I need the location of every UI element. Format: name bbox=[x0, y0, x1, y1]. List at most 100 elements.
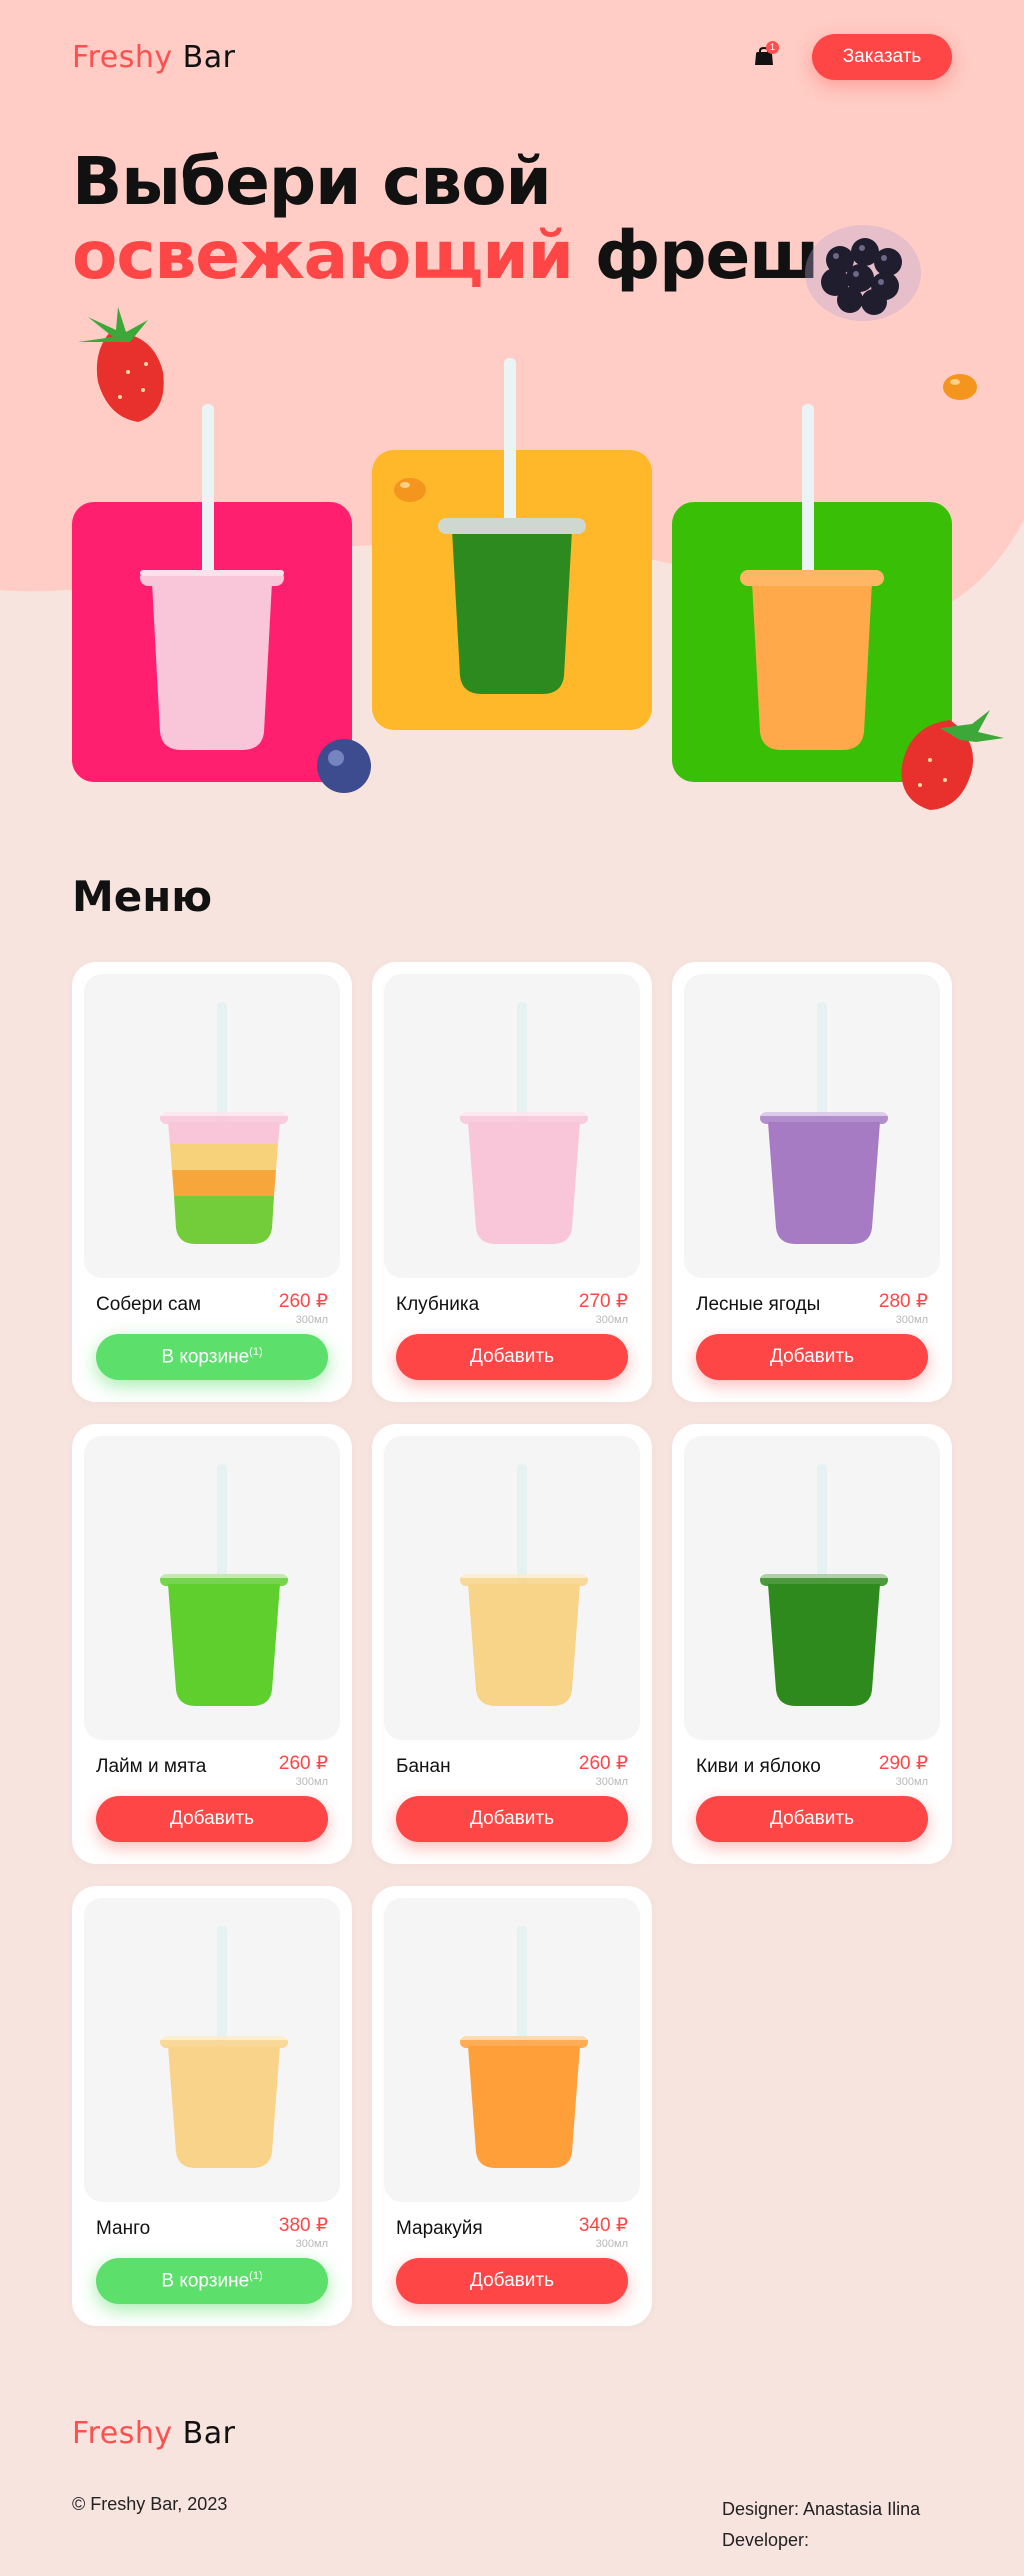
cart-count-badge: 1 bbox=[766, 41, 779, 54]
drink-cup-image bbox=[160, 1926, 288, 2168]
add-to-cart-button[interactable]: Добавить bbox=[696, 1334, 928, 1380]
button-label: Добавить bbox=[470, 1808, 554, 1829]
menu-card: Маракуйя 340 ₽ 300мл Добавить bbox=[372, 1886, 652, 2326]
drink-cup-image bbox=[760, 1464, 888, 1706]
blueberry-icon bbox=[317, 739, 371, 793]
item-volume: 300мл bbox=[595, 2238, 628, 2250]
drink-cup-image bbox=[460, 1926, 588, 2168]
button-label: Добавить bbox=[170, 1808, 254, 1829]
card-image[interactable] bbox=[84, 1436, 340, 1740]
item-price: 260 ₽ bbox=[578, 1753, 628, 1774]
logo-part-bar: Bar bbox=[182, 39, 236, 75]
button-label: Добавить bbox=[770, 1346, 854, 1367]
hero-title-line1: Выбери свой bbox=[72, 143, 552, 220]
add-to-cart-button[interactable]: Добавить bbox=[696, 1796, 928, 1842]
logo-part-freshy: Freshy bbox=[72, 39, 173, 75]
item-price: 270 ₽ bbox=[578, 1291, 628, 1312]
menu-card: Клубника 270 ₽ 300мл Добавить bbox=[372, 962, 652, 1402]
add-to-cart-button[interactable]: Добавить bbox=[396, 1334, 628, 1380]
item-name: Клубника bbox=[396, 1294, 480, 1315]
hero-title-accent: освежающий bbox=[72, 217, 574, 294]
item-price: 260 ₽ bbox=[278, 1753, 328, 1774]
menu-card: Киви и яблоко 290 ₽ 300мл Добавить bbox=[672, 1424, 952, 1864]
menu-card: Манго 380 ₽ 300мл В корзине(1) bbox=[72, 1886, 352, 2326]
menu-card: Лайм и мята 260 ₽ 300мл Добавить bbox=[72, 1424, 352, 1864]
item-name: Лесные ягоды bbox=[696, 1294, 821, 1315]
in-cart-button[interactable]: В корзине(1) bbox=[96, 2258, 328, 2304]
item-volume: 300мл bbox=[595, 1314, 628, 1326]
drink-cup-image bbox=[460, 1464, 588, 1706]
item-name: Лайм и мята bbox=[96, 1756, 207, 1777]
menu-card: Банан 260 ₽ 300мл Добавить bbox=[372, 1424, 652, 1864]
drink-cup-image bbox=[160, 1002, 288, 1244]
card-info: Клубника 270 ₽ 300мл bbox=[396, 1290, 628, 1326]
site-header: Freshy Bar 1 Заказать bbox=[72, 34, 952, 80]
button-label: В корзине bbox=[161, 1346, 250, 1368]
footer-logo[interactable]: Freshy Bar bbox=[72, 2416, 235, 2451]
add-to-cart-button[interactable]: Добавить bbox=[396, 2258, 628, 2304]
card-image[interactable] bbox=[684, 974, 940, 1278]
logo[interactable]: Freshy Bar bbox=[72, 40, 235, 75]
item-price: 280 ₽ bbox=[878, 1291, 928, 1312]
footer-developer: Developer: bbox=[722, 2530, 810, 2550]
card-info: Лайм и мята 260 ₽ 300мл bbox=[96, 1752, 328, 1788]
item-name: Киви и яблоко bbox=[696, 1756, 821, 1777]
add-to-cart-button[interactable]: Добавить bbox=[96, 1796, 328, 1842]
card-image[interactable] bbox=[84, 1898, 340, 2202]
button-label: Добавить bbox=[470, 1346, 554, 1367]
card-info: Собери сам 260 ₽ 300мл bbox=[96, 1290, 328, 1326]
drink-cup-image bbox=[760, 1002, 888, 1244]
footer-designer[interactable]: Designer: Anastasia Ilina bbox=[722, 2494, 920, 2525]
card-image[interactable] bbox=[84, 974, 340, 1278]
footer-credits: Designer: Anastasia Ilina Developer: bbox=[722, 2494, 920, 2556]
menu-card: Лесные ягоды 280 ₽ 300мл Добавить bbox=[672, 962, 952, 1402]
item-volume: 300мл bbox=[595, 1776, 628, 1788]
menu-title: Меню bbox=[72, 872, 213, 921]
button-label: Добавить bbox=[470, 2270, 554, 2291]
card-info: Маракуйя 340 ₽ 300мл bbox=[396, 2214, 628, 2250]
item-volume: 300мл bbox=[295, 1314, 328, 1326]
hero-cup-strawberry bbox=[140, 404, 284, 750]
hero-title: Выбери свой освежающий фреш bbox=[72, 143, 820, 294]
card-info: Киви и яблоко 290 ₽ 300мл bbox=[696, 1752, 928, 1788]
drink-cup-image bbox=[460, 1002, 588, 1244]
card-info: Манго 380 ₽ 300мл bbox=[96, 2214, 328, 2250]
item-name: Банан bbox=[396, 1756, 451, 1777]
footer-logo-bar: Bar bbox=[182, 2416, 236, 2451]
item-name: Маракуйя bbox=[396, 2218, 483, 2239]
in-cart-button[interactable]: В корзине(1) bbox=[96, 1334, 328, 1380]
item-volume: 300мл bbox=[895, 1314, 928, 1326]
cart-quantity: (1) bbox=[249, 1345, 263, 1358]
hero-cup-mango bbox=[740, 404, 884, 750]
sea-buckthorn-icon bbox=[943, 374, 977, 400]
item-volume: 300мл bbox=[295, 1776, 328, 1788]
card-image[interactable] bbox=[384, 1898, 640, 2202]
hero-title-rest: фреш bbox=[594, 217, 820, 294]
card-info: Банан 260 ₽ 300мл bbox=[396, 1752, 628, 1788]
card-image[interactable] bbox=[384, 974, 640, 1278]
cart-icon[interactable]: 1 bbox=[752, 41, 779, 69]
footer-copyright: © Freshy Bar, 2023 bbox=[72, 2494, 228, 2514]
cart-quantity: (1) bbox=[249, 2269, 263, 2282]
footer-logo-freshy: Freshy bbox=[72, 2416, 173, 2451]
item-volume: 300мл bbox=[295, 2238, 328, 2250]
sea-buckthorn-icon bbox=[394, 478, 426, 502]
add-to-cart-button[interactable]: Добавить bbox=[396, 1796, 628, 1842]
item-price: 340 ₽ bbox=[578, 2215, 628, 2236]
card-image[interactable] bbox=[684, 1436, 940, 1740]
button-label: В корзине bbox=[161, 2270, 250, 2292]
item-volume: 300мл bbox=[895, 1776, 928, 1788]
menu-grid: Собери сам 260 ₽300мл В корзине(1) Клубника… bbox=[72, 962, 952, 2326]
item-price: 290 ₽ bbox=[878, 1753, 928, 1774]
item-price: 260 ₽ bbox=[278, 1291, 328, 1312]
card-info: Лесные ягоды 280 ₽ 300мл bbox=[696, 1290, 928, 1326]
menu-card: Собери сам 260 ₽ 300мл В корзине(1) bbox=[72, 962, 352, 1402]
item-name: Манго bbox=[96, 2218, 151, 2239]
strawberry-icon bbox=[901, 710, 1004, 810]
hero-cup-green bbox=[438, 358, 586, 694]
drink-cup-image bbox=[160, 1464, 288, 1706]
item-price: 380 ₽ bbox=[278, 2215, 328, 2236]
card-image[interactable] bbox=[384, 1436, 640, 1740]
order-button[interactable]: Заказать bbox=[812, 34, 952, 80]
item-name: Собери сам bbox=[96, 1294, 202, 1315]
